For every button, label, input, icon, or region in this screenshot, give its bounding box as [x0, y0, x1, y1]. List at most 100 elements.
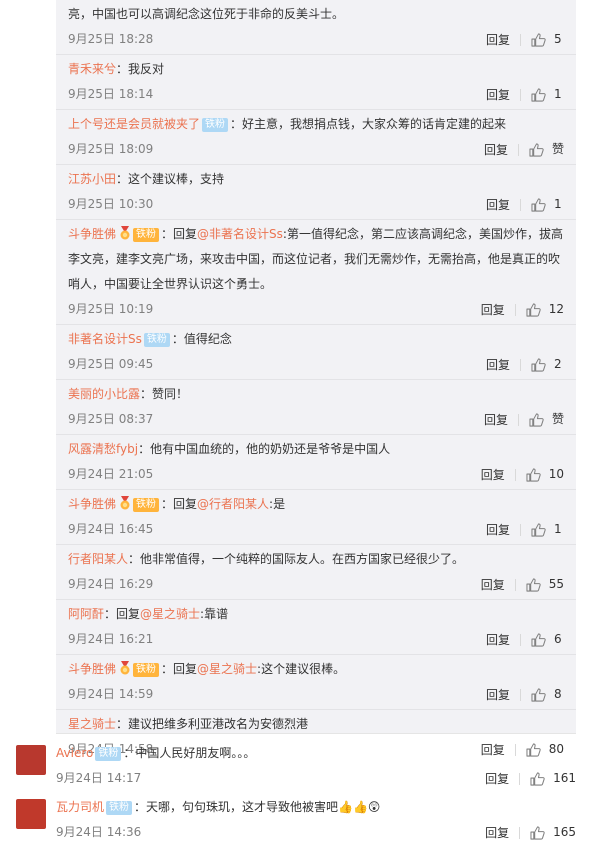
comment-body: ：他非常值得，一个纯粹的国际友人。在西方国家已经很少了。: [128, 552, 465, 566]
thumbs-up-icon: [531, 32, 546, 47]
comment-body: ：我反对: [116, 62, 165, 76]
like-button[interactable]: 165: [520, 820, 576, 845]
comment-actions: 回复 6: [476, 627, 564, 652]
like-count: 55: [548, 577, 564, 591]
comment-meta: 9月24日 14:59 回复 8: [68, 682, 564, 707]
like-count: 165: [553, 825, 576, 839]
comment-body: :这个建议很棒。: [257, 662, 346, 676]
comment-author-link[interactable]: 行者阳某人: [68, 552, 128, 566]
timestamp: 9月24日 16:45: [68, 522, 154, 536]
reply-button[interactable]: 回复: [476, 33, 521, 46]
like-button[interactable]: 6: [521, 627, 564, 652]
like-count: 12: [548, 302, 564, 316]
like-button[interactable]: 8: [521, 682, 564, 707]
like-button[interactable]: 161: [520, 766, 576, 791]
reply-button[interactable]: 回复: [474, 143, 519, 156]
comment-body: 亮，中国也可以高调纪念这位死于非命的反美斗士。: [68, 7, 345, 21]
reply-button[interactable]: 回复: [471, 303, 516, 316]
comment-actions: 回复 1: [476, 517, 564, 542]
comment-meta: 9月25日 18:28 回复 5: [68, 27, 564, 52]
medal-icon: [120, 496, 130, 510]
comment-text: 阿阿酐：回复@星之骑士:靠谱: [68, 600, 564, 627]
comment-meta: 9月25日 09:45 回复 2: [68, 352, 564, 377]
sub-comment: 斗争胜佛 铁粉 ：回复@非著名设计Ss:第一值得纪念，第二应该高调纪念，美国炒作，拔…: [56, 219, 576, 322]
comment-actions: 回复 161: [475, 766, 576, 791]
comment-author-link[interactable]: 瓦力司机: [56, 800, 104, 814]
like-button[interactable]: 1: [521, 517, 564, 542]
comment-author-link[interactable]: 青禾来兮: [68, 62, 116, 76]
comment-body: ：好主意，我想捐点钱，大家众筹的话肯定建的起来: [230, 117, 507, 131]
reply-button[interactable]: 回复: [475, 772, 521, 785]
thumbs-up-icon: [531, 197, 546, 212]
comment-text: 江苏小田：这个建议棒，支持: [68, 165, 564, 192]
reply-button[interactable]: 回复: [474, 413, 519, 426]
comment-meta: 9月24日 16:21 回复 6: [68, 627, 564, 652]
comment-author-link[interactable]: 星之骑士: [68, 717, 116, 731]
comment-actions: 回复 165: [475, 820, 576, 845]
mention-link[interactable]: @非著名设计Ss: [197, 227, 283, 241]
reply-button[interactable]: 回复: [471, 578, 516, 591]
avatar[interactable]: [16, 745, 46, 775]
like-button[interactable]: 1: [521, 192, 564, 217]
comment-author-link[interactable]: 斗争胜佛: [68, 227, 116, 241]
thumbs-up-icon: [526, 467, 541, 482]
comment-content: Aviero 铁粉 ：中国人民好朋友啊。。。 9月24日 14:17 回复 161: [56, 739, 576, 791]
like-button[interactable]: 12: [516, 297, 564, 322]
thumbs-up-icon: [531, 632, 546, 647]
reply-button[interactable]: 回复: [475, 826, 521, 839]
timestamp: 9月25日 08:37: [68, 412, 154, 426]
comment-actions: 回复 55: [471, 572, 564, 597]
thumbs-up-icon: [531, 357, 546, 372]
thumbs-up-icon: [526, 577, 541, 592]
mention-link[interactable]: @星之骑士: [197, 662, 257, 676]
reply-button[interactable]: 回复: [476, 88, 521, 101]
reply-button[interactable]: 回复: [476, 523, 521, 536]
reply-button[interactable]: 回复: [476, 688, 521, 701]
timestamp: 9月25日 09:45: [68, 357, 154, 371]
comment-actions: 回复 1: [476, 192, 564, 217]
like-button[interactable]: 1: [521, 82, 564, 107]
comment-actions: 回复 12: [471, 297, 564, 322]
thumbs-up-icon: [526, 302, 541, 317]
timestamp: 9月24日 16:21: [68, 632, 154, 646]
comment-author-link[interactable]: 风露清愁fybj: [68, 442, 138, 456]
comment-author-link[interactable]: 阿阿酐: [68, 607, 104, 621]
sub-comment: 斗争胜佛 铁粉 ：回复@行者阳某人:是 9月24日 16:45 回复 1: [56, 489, 576, 542]
comment-author-link[interactable]: Aviero: [56, 746, 93, 760]
like-button[interactable]: 2: [521, 352, 564, 377]
sub-comment: 阿阿酐：回复@星之骑士:靠谱 9月24日 16:21 回复 6: [56, 599, 576, 652]
reply-button[interactable]: 回复: [471, 468, 516, 481]
comment-meta: 9月25日 10:30 回复 1: [68, 192, 564, 217]
fan-badge: 铁粉: [95, 747, 122, 761]
comment-actions: 回复 2: [476, 352, 564, 377]
like-button[interactable]: 10: [516, 462, 564, 487]
like-count: 161: [553, 771, 576, 785]
sub-comment: 亮，中国也可以高调纪念这位死于非命的反美斗士。 9月25日 18:28 回复 5: [56, 0, 576, 52]
reply-prefix: ：回复: [104, 607, 141, 621]
comment-author-link[interactable]: 斗争胜佛: [68, 662, 116, 676]
sub-comment-thread: 亮，中国也可以高调纪念这位死于非命的反美斗士。 9月25日 18:28 回复 5 青禾来…: [56, 0, 576, 757]
comment-author-link[interactable]: 美丽的小比露: [68, 387, 140, 401]
reply-button[interactable]: 回复: [476, 358, 521, 371]
reply-prefix: ：回复: [161, 497, 198, 511]
comment-body: ：天哪，句句珠玑，这才导致他被害吧: [134, 800, 339, 814]
mention-link[interactable]: @行者阳某人: [197, 497, 269, 511]
like-button[interactable]: 5: [521, 27, 564, 52]
timestamp: 9月24日 14:59: [68, 687, 154, 701]
comment-author-link[interactable]: 非著名设计Ss: [68, 332, 142, 346]
avatar[interactable]: [16, 799, 46, 829]
fan-badge: 铁粉: [133, 498, 160, 512]
comment-author-link[interactable]: 江苏小田: [68, 172, 116, 186]
like-button[interactable]: 赞: [519, 407, 564, 432]
reply-button[interactable]: 回复: [476, 633, 521, 646]
like-count: 1: [554, 197, 562, 211]
comment-author-link[interactable]: 上个号还是会员就被夹了: [68, 117, 200, 131]
mention-link[interactable]: @星之骑士: [140, 607, 200, 621]
like-button[interactable]: 赞: [519, 137, 564, 162]
main-comment: Aviero 铁粉 ：中国人民好朋友啊。。。 9月24日 14:17 回复 161: [16, 739, 576, 793]
comment-meta: 9月25日 18:09 回复 赞: [68, 137, 564, 162]
reply-button[interactable]: 回复: [476, 198, 521, 211]
comment-author-link[interactable]: 斗争胜佛: [68, 497, 116, 511]
comment-text: 风露清愁fybj：他有中国血统的，他的奶奶还是爷爷是中国人: [68, 435, 564, 462]
like-button[interactable]: 55: [516, 572, 564, 597]
